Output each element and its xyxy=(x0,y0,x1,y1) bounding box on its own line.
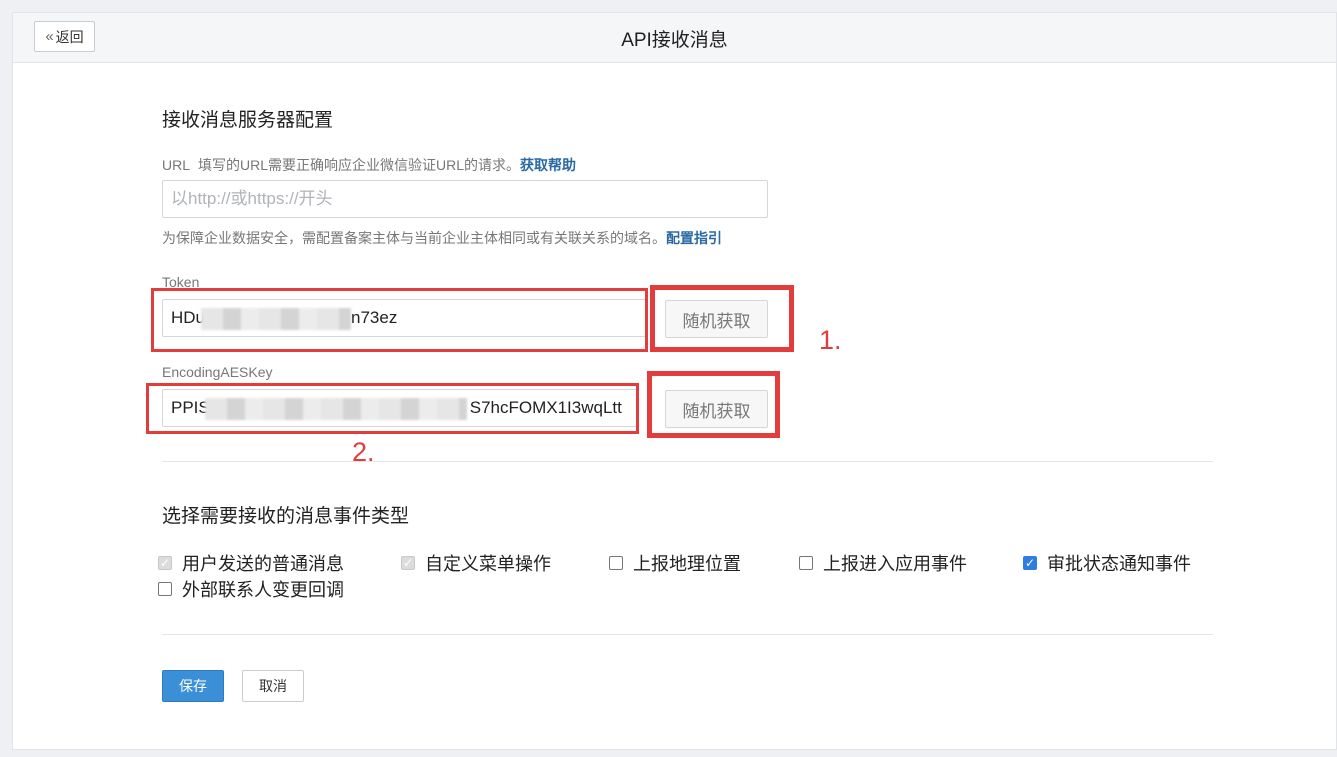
url-help-link[interactable]: 获取帮助 xyxy=(520,157,576,173)
event-custom-menu[interactable]: ✓ 自定义菜单操作 xyxy=(401,550,551,576)
checkbox-unchecked-icon[interactable] xyxy=(609,556,623,570)
event-types-title: 选择需要接收的消息事件类型 xyxy=(162,501,409,528)
cancel-button[interactable]: 取消 xyxy=(242,670,304,702)
url-label-row: URL 填写的URL需要正确响应企业微信验证URL的请求。获取帮助 xyxy=(162,155,576,175)
checkbox-unchecked-icon[interactable] xyxy=(799,556,813,570)
event-external-contact[interactable]: 外部联系人变更回调 xyxy=(158,576,344,602)
url-input[interactable] xyxy=(162,180,768,218)
token-button-highlight-box xyxy=(650,285,794,352)
event-enter-app[interactable]: 上报进入应用事件 xyxy=(799,550,967,576)
event-label: 外部联系人变更回调 xyxy=(182,576,344,602)
url-description: 填写的URL需要正确响应企业微信验证URL的请求。 xyxy=(198,157,520,173)
checkbox-unchecked-icon[interactable] xyxy=(158,582,172,596)
event-label: 自定义菜单操作 xyxy=(425,550,551,576)
page-title: API接收消息 xyxy=(13,25,1336,52)
aes-key-highlight-box xyxy=(146,383,639,434)
event-report-location[interactable]: 上报地理位置 xyxy=(609,550,741,576)
divider-top xyxy=(162,461,1213,462)
checkbox-checked-icon[interactable]: ✓ xyxy=(1023,556,1037,570)
config-guide-link[interactable]: 配置指引 xyxy=(666,230,722,246)
annotation-two: 2. xyxy=(352,437,375,468)
aes-key-button-highlight-box xyxy=(647,371,780,438)
event-approval-status[interactable]: ✓ 审批状态通知事件 xyxy=(1023,550,1191,576)
token-highlight-box xyxy=(151,288,648,352)
url-hint-text: 为保障企业数据安全，需配置备案主体与当前企业主体相同或有关联关系的域名。 xyxy=(162,230,666,246)
checkbox-checked-disabled-icon[interactable]: ✓ xyxy=(401,556,415,570)
event-label: 用户发送的普通消息 xyxy=(182,550,344,576)
event-label: 审批状态通知事件 xyxy=(1047,550,1191,576)
checkbox-checked-disabled-icon[interactable]: ✓ xyxy=(158,556,172,570)
main-panel: « 返回 API接收消息 接收消息服务器配置 URL 填写的URL需要正确响应企业… xyxy=(12,12,1337,750)
event-label: 上报地理位置 xyxy=(633,550,741,576)
server-config-title: 接收消息服务器配置 xyxy=(162,105,333,132)
event-label: 上报进入应用事件 xyxy=(823,550,967,576)
event-user-message[interactable]: ✓ 用户发送的普通消息 xyxy=(158,550,344,576)
aes-key-label: EncodingAESKey xyxy=(162,364,273,380)
url-hint: 为保障企业数据安全，需配置备案主体与当前企业主体相同或有关联关系的域名。配置指引 xyxy=(162,228,722,248)
top-bar: « 返回 API接收消息 xyxy=(13,13,1336,63)
divider-bottom xyxy=(162,634,1213,635)
url-label: URL xyxy=(162,157,190,173)
annotation-one: 1. xyxy=(819,325,842,356)
save-button[interactable]: 保存 xyxy=(162,670,224,702)
